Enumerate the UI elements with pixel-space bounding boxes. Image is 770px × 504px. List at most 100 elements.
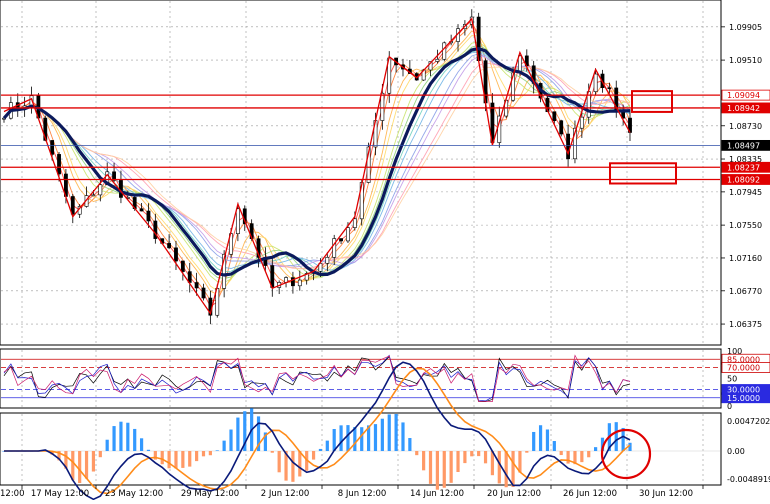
macd-histogram-bar <box>504 451 508 488</box>
macd-histogram-bar <box>208 451 212 456</box>
time-tick-label: 8 Jun 12:00 <box>338 489 387 499</box>
macd-histogram-bar <box>477 451 481 457</box>
price-tick-label: 1.06770 <box>729 287 762 296</box>
macd-histogram-bar <box>401 422 405 451</box>
macd-histogram-bar <box>360 427 364 451</box>
candle-body <box>339 238 343 242</box>
candle-body <box>57 154 61 175</box>
candle-body <box>235 208 240 234</box>
candle-body <box>380 92 385 121</box>
price-label-text: 1.08092 <box>727 175 760 184</box>
macd-histogram-bar <box>594 447 598 451</box>
macd-histogram-bar <box>408 438 412 451</box>
macd-histogram-bar <box>298 451 302 477</box>
macd-histogram-bar <box>483 451 488 464</box>
macd-histogram-bar <box>71 451 75 481</box>
candle-body <box>119 180 123 198</box>
trading-chart[interactable]: 1.09905 1.09510 1.08730 1.08335 1.07945 1.075… <box>0 0 770 501</box>
macd-histogram-bar <box>587 451 591 458</box>
candle-body <box>332 238 337 258</box>
macd-histogram-bar <box>188 451 192 467</box>
price-label-text: 1.08497 <box>727 141 760 150</box>
time-tick-label: 12:00 <box>0 489 25 499</box>
macd-histogram-bar <box>215 450 219 451</box>
candle-body <box>593 73 598 92</box>
macd-histogram-bar <box>119 421 123 451</box>
rsi-tick-label: 0 <box>727 402 732 411</box>
price-label-text: 1.09094 <box>727 91 760 100</box>
macd-histogram-bar <box>449 451 453 483</box>
macd-histogram-bar <box>167 451 171 469</box>
macd-histogram-bar <box>126 422 130 451</box>
macd-histogram-bar <box>84 451 89 479</box>
time-tick-label: 29 May 12:00 <box>181 489 239 499</box>
macd-histogram-bar <box>456 451 460 472</box>
macd-histogram-bar <box>538 425 543 451</box>
time-tick-label: 17 May 12:00 <box>31 489 89 499</box>
macd-histogram-bar <box>98 451 102 458</box>
candle-body <box>50 140 55 155</box>
macd-histogram-bar <box>470 451 474 457</box>
candle-body <box>325 257 330 264</box>
time-tick-label: 20 Jun 12:00 <box>487 489 541 499</box>
candle-body <box>146 210 151 222</box>
macd-histogram-bar <box>277 451 281 473</box>
macd-histogram-bar <box>318 448 323 451</box>
candle-body <box>180 260 185 272</box>
macd-histogram-bar <box>112 426 116 451</box>
price-tick-label: 1.09510 <box>729 56 762 65</box>
macd-histogram-bar <box>552 441 556 451</box>
macd-histogram-bar <box>325 440 329 451</box>
candle-body <box>607 87 612 89</box>
macd-histogram-bar <box>394 414 398 451</box>
macd-histogram-bar <box>353 427 357 451</box>
macd-histogram-bar <box>497 451 501 484</box>
candle-body <box>442 42 447 60</box>
macd-histogram-bar <box>380 418 384 451</box>
macd-histogram-bar <box>435 451 439 490</box>
macd-histogram-bar <box>525 451 529 453</box>
time-tick-label: 30 Jun 12:00 <box>639 489 693 499</box>
candle-body <box>201 287 206 299</box>
macd-histogram-bar <box>559 451 563 456</box>
macd-histogram-bar <box>428 451 433 484</box>
time-tick-label: 2 Jun 12:00 <box>261 489 310 499</box>
macd-histogram-bar <box>291 451 295 482</box>
candle-body <box>194 282 199 289</box>
candle-body <box>346 227 350 242</box>
macd-histogram-bar <box>105 439 109 451</box>
macd-histogram-bar <box>532 431 536 451</box>
macd-histogram-bar <box>174 451 178 469</box>
macd-histogram-bar <box>332 429 336 451</box>
macd-histogram-bar <box>614 422 618 451</box>
macd-histogram-bar <box>91 451 96 472</box>
macd-histogram-bar <box>545 429 550 451</box>
macd-histogram-bar <box>311 451 316 460</box>
rsi-panel[interactable] <box>0 348 722 409</box>
macd-histogram-bar <box>160 451 164 465</box>
macd-histogram-bar <box>133 428 137 451</box>
price-tick-label: 1.07945 <box>729 188 762 197</box>
macd-histogram-bar <box>78 451 82 484</box>
candle-body <box>174 247 178 262</box>
macd-histogram-bar <box>566 451 570 464</box>
macd-histogram-bar <box>463 451 467 464</box>
price-label-text: 1.08942 <box>727 104 760 113</box>
rsi-tick-label: 50 <box>727 375 737 384</box>
price-tick-label: 1.09905 <box>729 23 762 32</box>
candle-body <box>91 194 96 197</box>
chart-canvas[interactable]: 1.099051.095101.087301.083351.079451.075… <box>0 0 770 501</box>
macd-histogram-bar <box>511 451 515 487</box>
macd-histogram-bar <box>422 451 426 471</box>
macd-histogram-bar <box>181 451 185 468</box>
candle-body <box>552 111 557 122</box>
candle-body <box>435 58 440 62</box>
macd-histogram-bar <box>139 438 144 451</box>
candle-body <box>559 120 564 135</box>
candle-body <box>139 208 144 212</box>
macd-histogram-bar <box>339 425 343 451</box>
time-tick-label: 23 May 12:00 <box>105 489 163 499</box>
macd-histogram-bar <box>580 451 584 463</box>
macd-histogram-bar <box>442 451 446 488</box>
macd-histogram-bar <box>195 451 199 462</box>
